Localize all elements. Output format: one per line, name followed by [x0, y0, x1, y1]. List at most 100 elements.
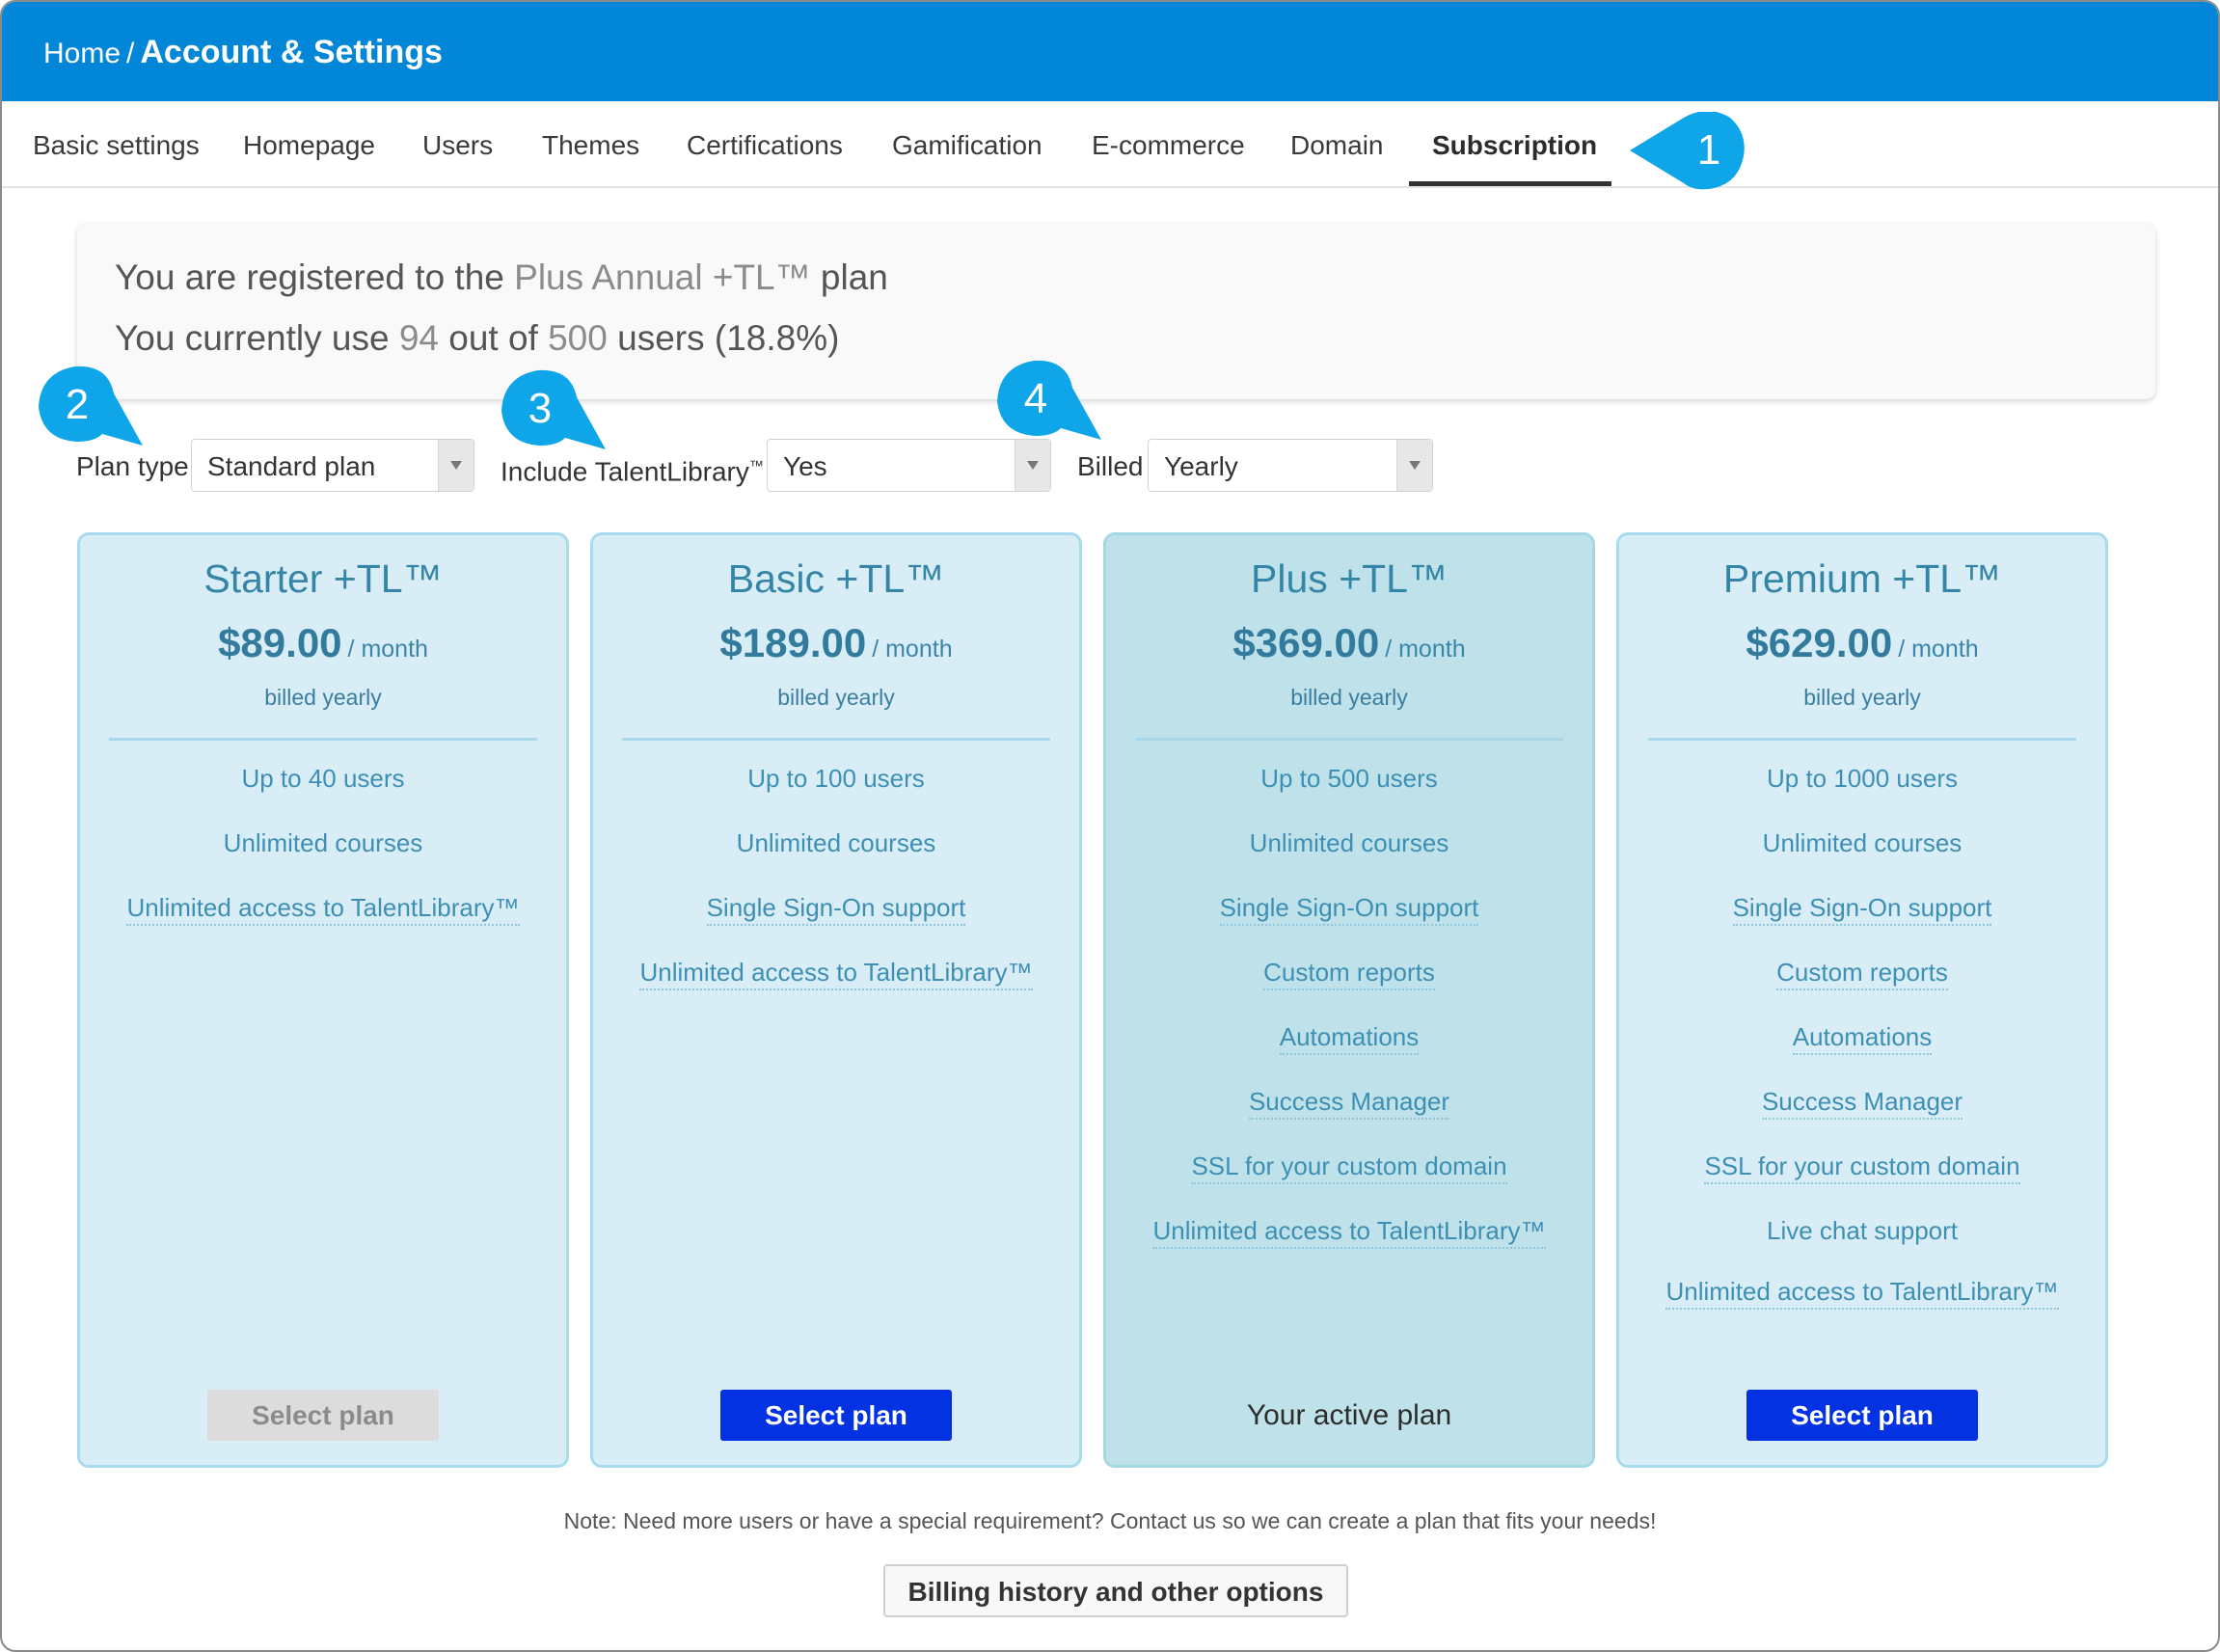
callout-3-number: 3 [528, 385, 552, 432]
plan-feature: Unlimited courses [1249, 828, 1449, 857]
settings-tabs: Basic settings Homepage Users Themes Cer… [2, 101, 2218, 188]
user-usage-text: You currently use 94 out of 500 users (1… [115, 318, 839, 359]
talentlibrary-dropdown-arrow-icon [1015, 440, 1050, 491]
custom-plan-note: Note: Need more users or have a special … [563, 1508, 1657, 1533]
app-window: Home / Account & Settings Basic settings H… [0, 0, 2220, 1652]
callout-2-marker: 2 [39, 366, 143, 446]
plan-feature: Unlimited courses [736, 828, 936, 857]
plan-feature-link[interactable]: Unlimited access to TalentLibrary™ [1106, 1216, 1592, 1249]
plan-feature: Unlimited courses [223, 828, 423, 857]
plan-feature-link[interactable]: Unlimited access to TalentLibrary™ [593, 958, 1079, 990]
plan-type-select[interactable]: Standard plan [191, 439, 474, 492]
plan-feature-link[interactable]: Custom reports [1619, 958, 2105, 990]
talentlibrary-label-text: Include TalentLibrary [501, 456, 749, 487]
plan-name: Basic +TL™ [727, 556, 945, 601]
registered-suffix: plan [820, 257, 888, 297]
talentlibrary-select[interactable]: Yes [767, 439, 1051, 492]
billed-select[interactable]: Yearly [1148, 439, 1433, 492]
plan-divider [1648, 738, 2076, 741]
plan-card-basic: Basic +TL™ $189.00/ month billed yearly … [590, 532, 1082, 1468]
plan-feature-link[interactable]: Single Sign-On support [1619, 893, 2105, 926]
plan-feature-link[interactable]: Automations [1106, 1022, 1592, 1055]
plan-feature-link[interactable]: Single Sign-On support [593, 893, 1079, 926]
plan-price-row: $89.00/ month [80, 620, 566, 666]
plan-type-value: Standard plan [207, 451, 376, 481]
tab-users[interactable]: Users [422, 101, 493, 186]
plan-feature: Up to 40 users [241, 764, 405, 793]
billed-value: Yearly [1164, 451, 1238, 481]
plan-feature: Up to 100 users [747, 764, 925, 793]
plan-name: Starter +TL™ [203, 556, 443, 601]
plan-feature-link[interactable]: SSL for your custom domain [1106, 1151, 1592, 1184]
plan-card-plus: Plus +TL™ $369.00/ month billed yearly U… [1103, 532, 1595, 1468]
plan-billing-cycle: billed yearly [1290, 685, 1408, 710]
plan-card-premium: Premium +TL™ $629.00/ month billed yearl… [1616, 532, 2108, 1468]
plan-feature-link[interactable]: Unlimited access to TalentLibrary™ [80, 893, 566, 926]
plan-billing-cycle: billed yearly [264, 685, 382, 710]
plan-type-dropdown-arrow-icon [438, 440, 474, 491]
plan-card-starter: Starter +TL™ $89.00/ month billed yearly… [77, 532, 569, 1468]
callout-2-number: 2 [66, 381, 89, 428]
trademark-symbol: ™ [748, 458, 764, 474]
tab-gamification[interactable]: Gamification [892, 101, 1042, 186]
select-plan-button[interactable]: Select plan [207, 1390, 439, 1441]
active-tab-indicator [1409, 181, 1611, 186]
plan-divider [622, 738, 1050, 741]
tab-themes[interactable]: Themes [542, 101, 639, 186]
plan-feature-link[interactable]: Custom reports [1106, 958, 1592, 990]
plan-period: / month [1385, 636, 1466, 663]
plan-price-row: $369.00/ month [1106, 620, 1592, 666]
tab-subscription[interactable]: Subscription [1432, 101, 1597, 186]
select-plan-button[interactable]: Select plan [1746, 1390, 1978, 1441]
callout-1-number: 1 [1697, 126, 1720, 174]
tab-e-commerce[interactable]: E-commerce [1092, 101, 1245, 186]
total-users-count: 500 [548, 318, 608, 358]
plan-feature: Up to 1000 users [1766, 764, 1958, 793]
plan-feature-link[interactable]: Automations [1619, 1022, 2105, 1055]
plan-divider [1135, 738, 1563, 741]
tab-basic-settings[interactable]: Basic settings [33, 101, 200, 186]
plan-period: / month [1898, 636, 1979, 663]
talentlibrary-label: Include TalentLibrary™ [501, 447, 764, 491]
plan-period: / month [347, 636, 428, 663]
plan-feature-link[interactable]: Single Sign-On support [1106, 893, 1592, 926]
tab-homepage[interactable]: Homepage [243, 101, 375, 186]
plan-feature-link[interactable]: SSL for your custom domain [1619, 1151, 2105, 1184]
plan-feature: Live chat support [1766, 1216, 1958, 1245]
plan-type-label: Plan type [76, 451, 189, 481]
tab-certifications[interactable]: Certifications [687, 101, 843, 186]
usage-suffix: users (18.8%) [617, 318, 840, 358]
plan-divider [109, 738, 537, 741]
billed-dropdown-arrow-icon [1396, 440, 1432, 491]
plan-period: / month [872, 636, 953, 663]
breadcrumb: Home / Account & Settings [43, 31, 443, 75]
tab-domain[interactable]: Domain [1290, 101, 1383, 186]
registered-plan-text: You are registered to the Plus Annual +T… [115, 257, 888, 298]
page-title: Account & Settings [140, 34, 443, 70]
billing-history-button[interactable]: Billing history and other options [883, 1564, 1348, 1617]
plan-feature: Up to 500 users [1260, 764, 1438, 793]
callout-4-marker: 4 [997, 360, 1101, 440]
active-plan-label: Your active plan [1246, 1399, 1452, 1431]
subscription-info-box: You are registered to the Plus Annual +T… [77, 224, 2155, 399]
breadcrumb-home-link[interactable]: Home [43, 38, 121, 69]
plan-feature-link[interactable]: Success Manager [1106, 1087, 1592, 1120]
used-users-count: 94 [398, 318, 439, 358]
usage-mid: out of [448, 318, 538, 358]
plan-price-row: $629.00/ month [1619, 620, 2105, 666]
page-header: Home / Account & Settings [2, 2, 2218, 101]
plan-billing-cycle: billed yearly [777, 685, 895, 710]
current-plan-name: Plus Annual +TL™ [514, 257, 811, 297]
billed-label: Billed [1077, 451, 1144, 481]
callout-1-marker: 1 [1630, 112, 1745, 190]
plan-feature-link[interactable]: Success Manager [1619, 1087, 2105, 1120]
registered-prefix: You are registered to the [115, 257, 504, 297]
plan-billing-cycle: billed yearly [1803, 685, 1921, 710]
talentlibrary-value: Yes [783, 451, 827, 481]
plan-name: Premium +TL™ [1722, 556, 2002, 601]
select-plan-button[interactable]: Select plan [720, 1390, 952, 1441]
plan-feature-link[interactable]: Unlimited access to TalentLibrary™ [1619, 1277, 2105, 1310]
plan-price: $629.00 [1746, 620, 1893, 665]
plan-price: $369.00 [1232, 620, 1380, 665]
usage-prefix: You currently use [115, 318, 390, 358]
